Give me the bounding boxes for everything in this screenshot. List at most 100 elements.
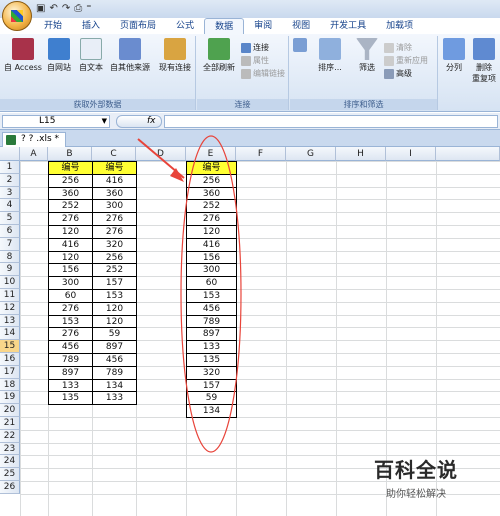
header-cell[interactable]: 编号 (186, 161, 237, 175)
header-cell[interactable]: 编号 (92, 161, 137, 175)
row-header-9[interactable]: 9 (0, 263, 20, 277)
data-cell[interactable]: 276 (48, 327, 93, 342)
data-cell[interactable]: 416 (48, 237, 93, 252)
redo-icon[interactable]: ↷ (62, 3, 70, 15)
undo-icon[interactable]: ↶ (49, 3, 57, 15)
column-header-B[interactable]: B (48, 147, 92, 161)
row-header-13[interactable]: 13 (0, 314, 20, 328)
column-header-E[interactable]: E (186, 147, 236, 161)
sort-ascending-button[interactable] (292, 38, 308, 54)
workbook-tab[interactable]: ? ? .xls * (2, 132, 67, 147)
data-cell[interactable]: 300 (92, 199, 137, 214)
row-header-8[interactable]: 8 (0, 250, 20, 264)
data-cell[interactable]: 276 (186, 212, 237, 226)
data-cell[interactable]: 153 (186, 289, 237, 303)
data-cell[interactable]: 59 (92, 327, 137, 342)
data-cell[interactable]: 360 (92, 186, 137, 201)
tab-3[interactable]: 公式 (166, 18, 204, 34)
row-header-22[interactable]: 22 (0, 429, 20, 443)
insert-function-button[interactable]: fx (116, 115, 162, 128)
data-cell[interactable]: 120 (92, 301, 137, 316)
data-cell[interactable]: 135 (186, 353, 237, 367)
row-header-23[interactable]: 23 (0, 442, 20, 456)
print-preview-icon[interactable]: ⎙ (74, 3, 82, 15)
row-header-16[interactable]: 16 (0, 353, 20, 366)
row-header-19[interactable]: 19 (0, 391, 20, 405)
data-cell[interactable]: 456 (48, 340, 93, 354)
header-cell[interactable]: 编号 (48, 161, 93, 175)
customize-qat-icon[interactable]: ⁼ (86, 3, 91, 15)
data-cell[interactable]: 60 (48, 289, 93, 303)
data-cell[interactable]: 456 (186, 301, 237, 316)
from-other-sources-button[interactable]: 自其他来源 (108, 38, 152, 73)
data-cell[interactable]: 59 (186, 391, 237, 406)
data-cell[interactable]: 157 (92, 276, 137, 290)
existing-connections-button[interactable]: 现有连接 (156, 38, 194, 73)
data-cell[interactable]: 300 (186, 263, 237, 278)
data-cell[interactable]: 320 (186, 365, 237, 380)
data-cell[interactable]: 252 (92, 263, 137, 278)
data-cell[interactable]: 320 (92, 237, 137, 252)
row-header-6[interactable]: 6 (0, 225, 20, 238)
data-cell[interactable]: 276 (48, 301, 93, 316)
name-box[interactable]: L15 ▼ (2, 115, 110, 128)
data-cell[interactable]: 120 (92, 314, 137, 329)
column-header-C[interactable]: C (92, 147, 136, 161)
edit-links-button[interactable]: 编辑链接 (241, 68, 285, 79)
row-header-20[interactable]: 20 (0, 404, 20, 417)
column-header-I[interactable]: I (386, 147, 436, 161)
data-cell[interactable]: 416 (92, 173, 137, 188)
row-header-10[interactable]: 10 (0, 276, 20, 289)
data-cell[interactable]: 416 (186, 237, 237, 252)
data-cell[interactable]: 60 (186, 276, 237, 290)
row-header-25[interactable]: 25 (0, 468, 20, 481)
tab-7[interactable]: 开发工具 (320, 18, 376, 34)
tab-1[interactable]: 插入 (72, 18, 110, 34)
data-cell[interactable]: 133 (186, 340, 237, 354)
reapply-button[interactable]: 重新应用 (384, 55, 428, 66)
data-cell[interactable]: 300 (48, 276, 93, 290)
from-text-button[interactable]: 自文本 (76, 38, 106, 73)
tab-2[interactable]: 页面布局 (110, 18, 166, 34)
data-cell[interactable]: 276 (92, 225, 137, 239)
row-header-3[interactable]: 3 (0, 186, 20, 200)
text-to-columns-button[interactable]: 分列 (441, 38, 467, 73)
column-header-H[interactable]: H (336, 147, 386, 161)
from-access-button[interactable]: 自 Access (4, 38, 42, 73)
data-cell[interactable]: 256 (48, 173, 93, 188)
select-all-corner[interactable] (0, 147, 20, 161)
data-cell[interactable]: 789 (48, 353, 93, 367)
row-header-26[interactable]: 26 (0, 481, 20, 494)
data-cell[interactable]: 156 (48, 263, 93, 278)
column-header-G[interactable]: G (286, 147, 336, 161)
data-cell[interactable]: 276 (48, 212, 93, 226)
data-cell[interactable]: 156 (186, 250, 237, 265)
row-header-5[interactable]: 5 (0, 212, 20, 225)
data-cell[interactable]: 252 (186, 199, 237, 214)
data-cell[interactable]: 276 (92, 212, 137, 226)
properties-button[interactable]: 属性 (241, 55, 269, 66)
data-cell[interactable]: 153 (48, 314, 93, 329)
data-cell[interactable]: 135 (48, 391, 93, 406)
data-cell[interactable]: 134 (186, 404, 237, 418)
tab-8[interactable]: 加载项 (376, 18, 423, 34)
data-cell[interactable]: 456 (92, 353, 137, 367)
row-header-17[interactable]: 17 (0, 365, 20, 379)
row-header-11[interactable]: 11 (0, 289, 20, 302)
data-cell[interactable]: 789 (92, 365, 137, 380)
column-header-D[interactable]: D (136, 147, 186, 161)
data-cell[interactable]: 252 (48, 199, 93, 214)
row-header-15[interactable]: 15 (0, 340, 20, 353)
formula-input[interactable] (164, 115, 498, 128)
data-cell[interactable]: 120 (48, 225, 93, 239)
data-cell[interactable]: 157 (186, 378, 237, 393)
data-cell[interactable]: 360 (186, 186, 237, 201)
row-header-18[interactable]: 18 (0, 378, 20, 392)
tab-4[interactable]: 数据 (204, 18, 245, 34)
row-header-2[interactable]: 2 (0, 173, 20, 187)
row-header-14[interactable]: 14 (0, 327, 20, 341)
refresh-all-button[interactable]: 全部刷新 (201, 38, 237, 73)
save-icon[interactable]: ▣ (36, 3, 45, 15)
name-box-dropdown-icon[interactable]: ▼ (102, 116, 107, 127)
from-web-button[interactable]: 自网站 (44, 38, 74, 73)
